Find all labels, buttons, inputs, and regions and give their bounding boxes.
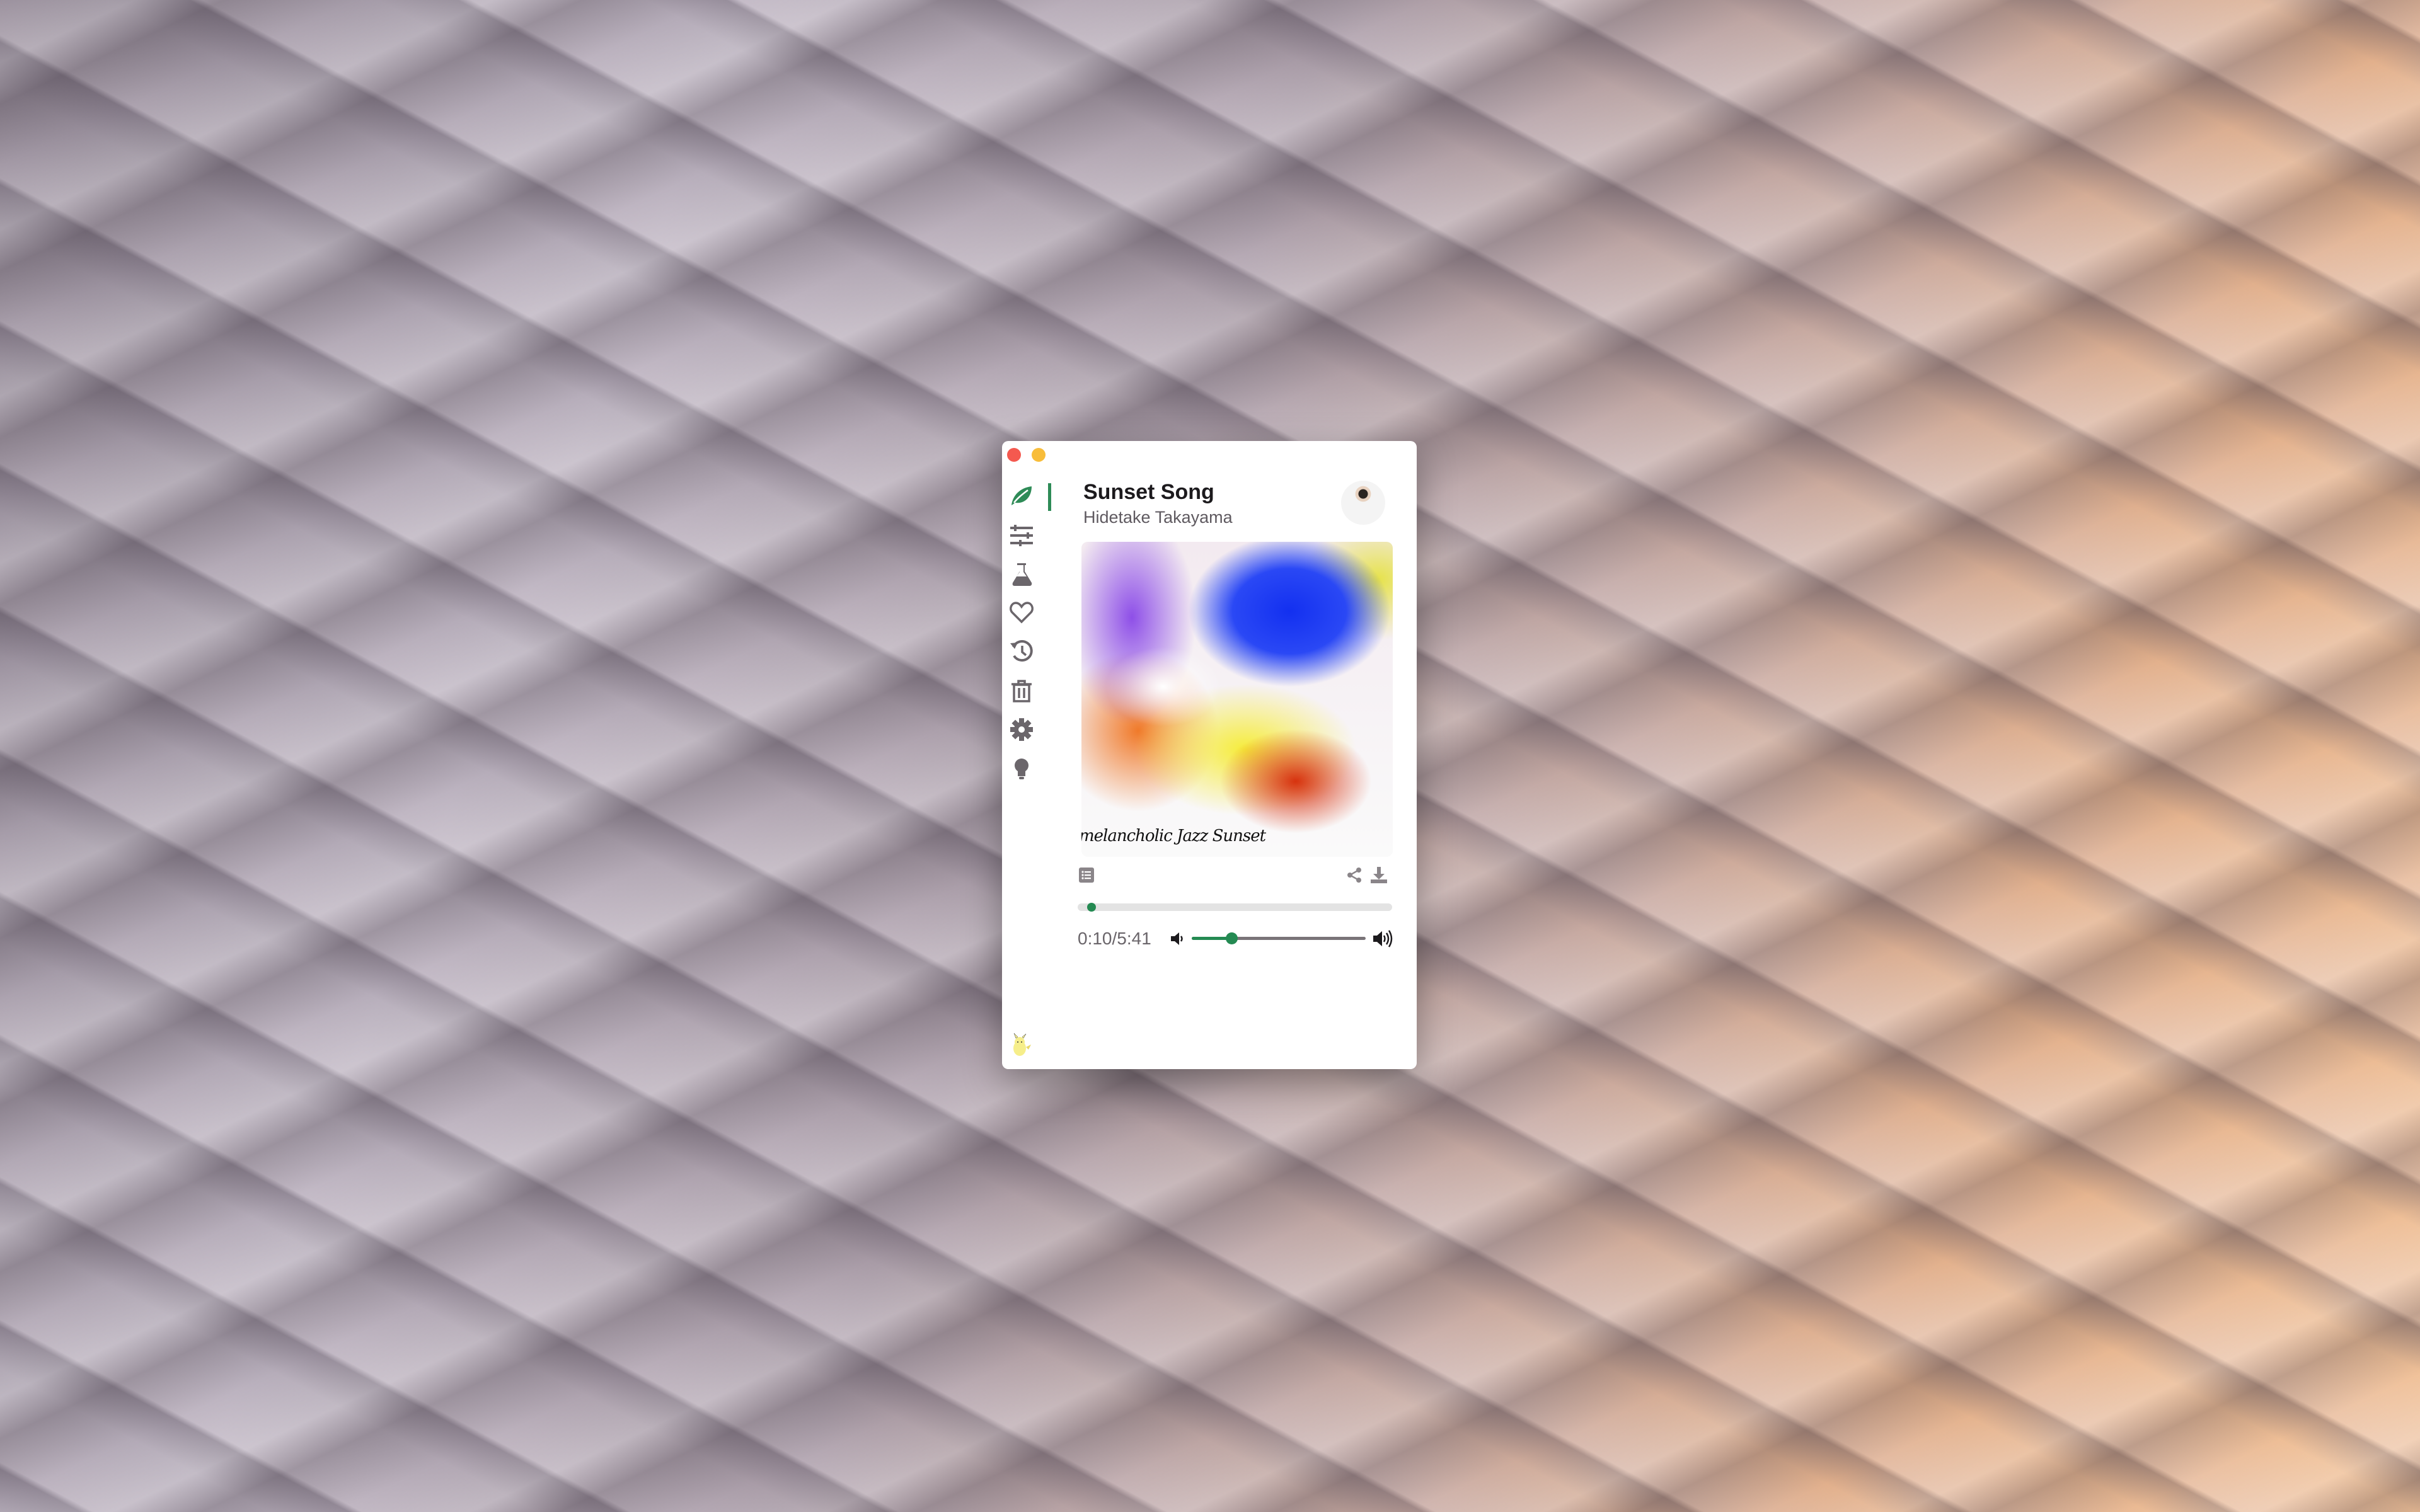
trash-icon xyxy=(1011,680,1032,702)
volume-slider[interactable] xyxy=(1192,932,1366,944)
artist-avatar[interactable] xyxy=(1341,481,1385,525)
sidebar-item-preferences[interactable] xyxy=(1008,716,1035,743)
pikachu-mascot-icon xyxy=(1008,1032,1034,1057)
flask-icon xyxy=(1012,563,1032,586)
download-button[interactable] xyxy=(1370,866,1388,884)
playback-progress-bar[interactable] xyxy=(1078,903,1392,912)
close-button[interactable] xyxy=(1007,448,1021,462)
sidebar-item-trash[interactable] xyxy=(1008,677,1035,705)
sidebar-item-settings-sliders[interactable] xyxy=(1008,522,1035,549)
album-art-caption: melancholic Jazz Sunset xyxy=(1081,827,1266,845)
sidebar-item-tips[interactable] xyxy=(1008,755,1035,782)
sidebar-item-history[interactable] xyxy=(1008,637,1035,665)
gear-icon xyxy=(1010,718,1033,741)
sidebar-item-favorites[interactable] xyxy=(1008,598,1035,626)
heart-icon xyxy=(1010,602,1034,624)
tracklist-button[interactable] xyxy=(1079,868,1094,883)
download-icon xyxy=(1371,867,1387,883)
minimize-button[interactable] xyxy=(1032,448,1046,462)
sidebar-item-lab[interactable] xyxy=(1008,560,1035,588)
volume-high-icon xyxy=(1373,930,1393,948)
volume-low-icon xyxy=(1171,932,1183,945)
active-indicator xyxy=(1048,483,1051,511)
volume-up-button[interactable] xyxy=(1373,929,1393,949)
track-title: Sunset Song xyxy=(1083,480,1214,504)
sliders-icon xyxy=(1010,525,1033,546)
progress-handle[interactable] xyxy=(1086,903,1096,912)
share-icon xyxy=(1347,868,1361,883)
sidebar-item-discover[interactable] xyxy=(1008,481,1035,509)
list-icon xyxy=(1079,868,1094,883)
history-icon xyxy=(1010,640,1033,662)
track-artist[interactable]: Hidetake Takayama xyxy=(1083,508,1233,527)
share-button[interactable] xyxy=(1346,867,1363,883)
lightbulb-icon xyxy=(1015,759,1028,779)
volume-down-button[interactable] xyxy=(1170,931,1186,947)
time-display: 0:10/5:41 xyxy=(1078,929,1151,948)
album-art: melancholic Jazz Sunset xyxy=(1081,542,1393,857)
leaf-icon xyxy=(1011,486,1032,505)
